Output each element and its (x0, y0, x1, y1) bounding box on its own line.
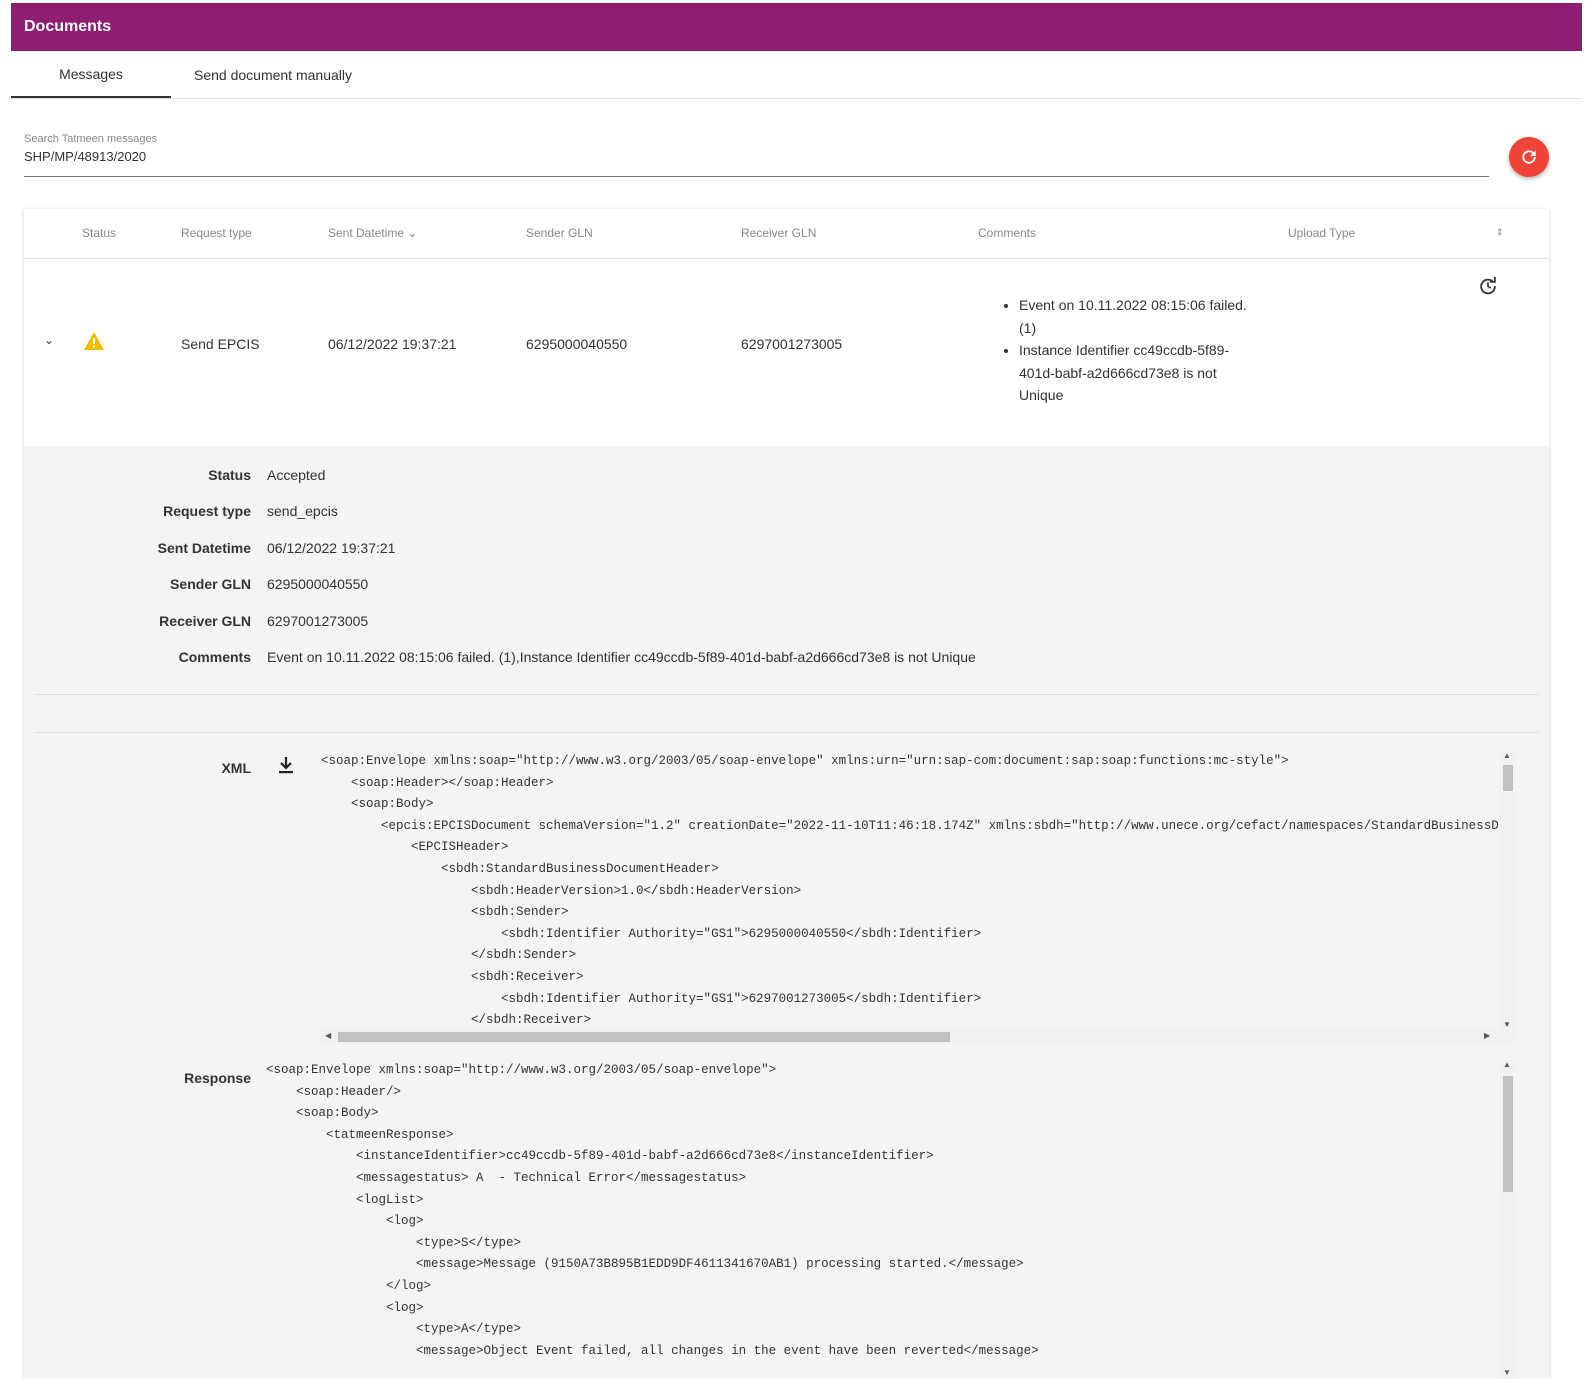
sort-desc-icon: ⌄ (407, 226, 418, 240)
column-request-type[interactable]: Request type (181, 226, 252, 240)
comments-cell: Event on 10.11.2022 08:15:06 failed. (1)… (1002, 294, 1262, 407)
resend-icon[interactable] (1477, 275, 1499, 300)
scroll-left-arrow-icon[interactable]: ◀ (325, 1031, 331, 1040)
detail-key-sender-gln: Sender GLN (170, 576, 251, 592)
refresh-icon (1522, 150, 1536, 164)
sent-datetime-cell: 06/12/2022 19:37:21 (328, 336, 457, 352)
comment-item: Instance Identifier cc49ccdb-5f89-401d-b… (1019, 339, 1262, 407)
table-header: Status Request type Sent Datetime ⌄ Send… (24, 209, 1549, 259)
divider (34, 732, 1539, 733)
search-input[interactable] (24, 149, 1489, 164)
xml-vertical-scrollbar[interactable]: ▲ ▼ (1500, 751, 1515, 1029)
sort-icon[interactable]: ⇕ (1496, 227, 1504, 238)
detail-value-sender-gln: 6295000040550 (267, 576, 369, 592)
request-type-cell: Send EPCIS (181, 336, 260, 352)
column-comments[interactable]: Comments (978, 226, 1036, 240)
response-label: Response (184, 1070, 251, 1086)
detail-value-sent-datetime: 06/12/2022 19:37:21 (267, 540, 396, 556)
download-icon[interactable] (278, 756, 294, 779)
messages-table: Status Request type Sent Datetime ⌄ Send… (24, 209, 1549, 1379)
scroll-thumb[interactable] (338, 1032, 950, 1042)
detail-value-comments: Event on 10.11.2022 08:15:06 failed. (1)… (267, 649, 976, 665)
row-detail-panel: Status Accepted Request type send_epcis … (24, 446, 1549, 1379)
scroll-thumb[interactable] (1503, 1076, 1513, 1192)
scroll-down-arrow-icon[interactable]: ▼ (1503, 1368, 1511, 1377)
detail-key-sent-datetime: Sent Datetime (157, 540, 251, 556)
detail-key-request-type: Request type (163, 503, 251, 519)
response-vertical-scrollbar[interactable]: ▲ ▼ (1500, 1060, 1515, 1379)
scroll-up-arrow-icon[interactable]: ▲ (1503, 751, 1511, 760)
expand-chevron-icon[interactable]: ⌄ (44, 333, 54, 347)
table-row[interactable]: ⌄ Send EPCIS 06/12/2022 19:37:21 6295000… (24, 259, 1549, 446)
detail-value-request-type: send_epcis (267, 503, 338, 519)
warning-icon (83, 331, 105, 354)
column-sent-datetime-label: Sent Datetime (328, 226, 405, 240)
column-receiver-gln[interactable]: Receiver GLN (741, 226, 816, 240)
top-bar: Documents (11, 3, 1582, 51)
sender-gln-cell: 6295000040550 (526, 336, 628, 352)
detail-key-receiver-gln: Receiver GLN (159, 613, 251, 629)
comment-item: Event on 10.11.2022 08:15:06 failed. (1) (1019, 294, 1262, 339)
detail-value-receiver-gln: 6297001273005 (267, 613, 369, 629)
response-content: <soap:Envelope xmlns:soap="http://www.w3… (266, 1063, 1039, 1358)
scroll-thumb[interactable] (1503, 765, 1513, 791)
xml-code-viewer[interactable]: <soap:Envelope xmlns:soap="http://www.w3… (321, 751, 1499, 1029)
column-sent-datetime[interactable]: Sent Datetime ⌄ (328, 226, 417, 240)
detail-key-status: Status (208, 467, 251, 483)
tab-send-document-manually[interactable]: Send document manually (171, 51, 352, 98)
divider (34, 694, 1539, 695)
tab-messages[interactable]: Messages (11, 51, 171, 98)
response-code-viewer[interactable]: <soap:Envelope xmlns:soap="http://www.w3… (266, 1060, 1499, 1379)
detail-key-comments: Comments (178, 649, 251, 665)
search-label: Search Tatmeen messages (24, 133, 158, 145)
scroll-up-arrow-icon[interactable]: ▲ (1503, 1060, 1511, 1069)
xml-content: <soap:Envelope xmlns:soap="http://www.w3… (321, 754, 1499, 1028)
xml-horizontal-scrollbar[interactable]: ◀ ▶ (321, 1029, 1515, 1044)
xml-label: XML (221, 760, 251, 776)
column-status[interactable]: Status (82, 226, 116, 240)
search-field: Search Tatmeen messages (24, 133, 1489, 177)
receiver-gln-cell: 6297001273005 (741, 336, 843, 352)
scroll-right-arrow-icon[interactable]: ▶ (1484, 1031, 1490, 1040)
tab-bar: Messages Send document manually (11, 51, 1582, 99)
scroll-down-arrow-icon[interactable]: ▼ (1503, 1020, 1511, 1029)
column-upload-type[interactable]: Upload Type (1288, 226, 1355, 240)
refresh-button[interactable] (1509, 137, 1549, 177)
column-sender-gln[interactable]: Sender GLN (526, 226, 593, 240)
detail-value-status: Accepted (267, 467, 326, 483)
page-title: Documents (24, 18, 112, 35)
